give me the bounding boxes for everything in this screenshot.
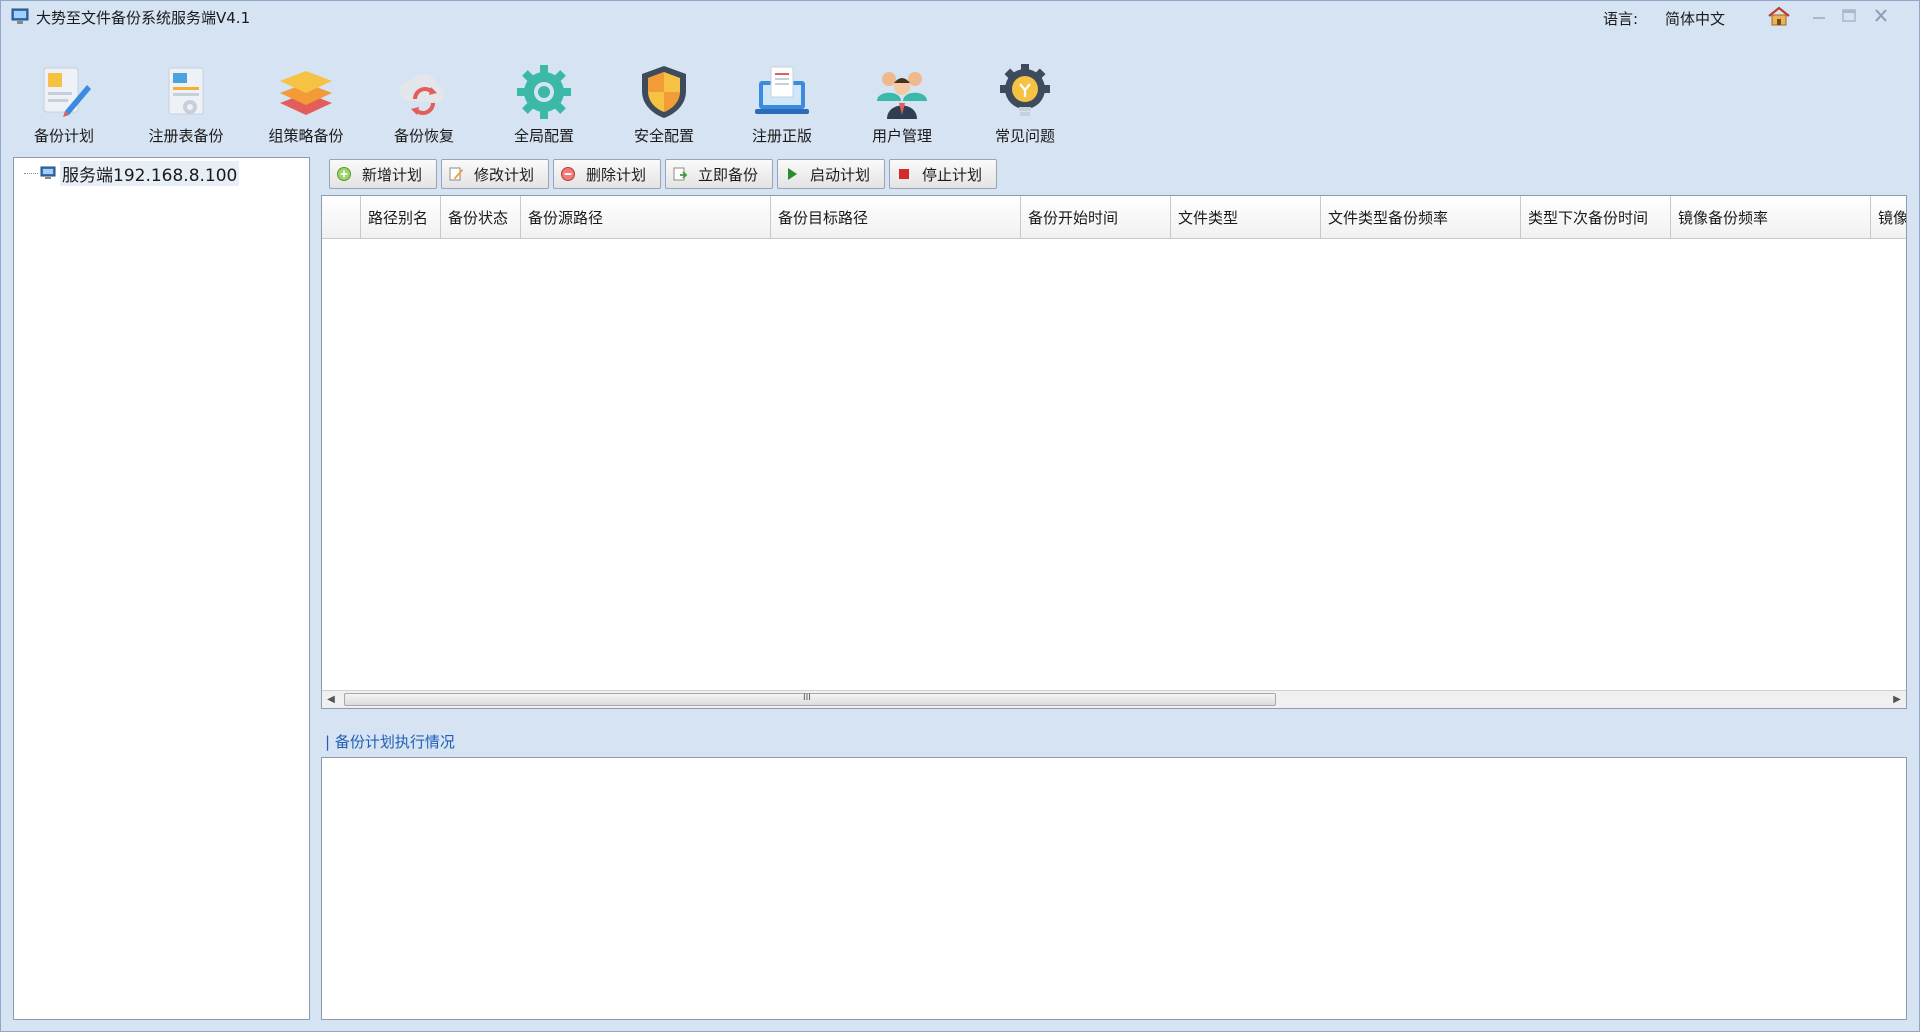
register-icon xyxy=(755,66,809,114)
minimize-icon[interactable] xyxy=(1809,7,1829,25)
start-plan-button[interactable]: 启动计划 xyxy=(777,159,885,189)
column-header-target-path[interactable]: 备份目标路径 xyxy=(771,196,1021,239)
toolbar-backup-restore[interactable]: 备份恢复 xyxy=(369,57,479,147)
toolbar-label: 用户管理 xyxy=(871,127,932,145)
play-icon xyxy=(788,168,797,180)
column-header-source-path[interactable]: 备份源路径 xyxy=(521,196,771,239)
column-header-start-time[interactable]: 备份开始时间 xyxy=(1021,196,1171,239)
tree-connector xyxy=(24,172,38,174)
delete-plan-button[interactable]: 删除计划 xyxy=(553,159,661,189)
toolbar-label: 常见问题 xyxy=(994,127,1055,145)
scrollbar-thumb[interactable]: III xyxy=(344,693,1276,706)
backup-now-label: 立即备份 xyxy=(698,165,759,184)
stop-plan-button[interactable]: 停止计划 xyxy=(889,159,997,189)
column-header-next-type-backup[interactable]: 类型下次备份时间 xyxy=(1521,196,1671,239)
delete-icon xyxy=(561,167,575,181)
toolbar-user-management[interactable]: 用户管理 xyxy=(847,57,957,147)
gear-icon xyxy=(517,65,571,119)
execution-log-area xyxy=(321,757,1907,1020)
edit-plan-label: 修改计划 xyxy=(474,165,535,184)
execution-log-title: | 备份计划执行情况 xyxy=(325,733,455,751)
tree-node-label: 服务端192.168.8.100 xyxy=(60,160,240,186)
computer-icon xyxy=(11,8,29,24)
column-header-path-alias[interactable]: 路径别名 xyxy=(361,196,441,239)
toolbar-label: 注册正版 xyxy=(751,127,812,145)
column-header-select[interactable] xyxy=(322,196,361,239)
language-label: 语言: xyxy=(1603,10,1639,28)
scroll-right-icon[interactable]: ▶ xyxy=(1888,691,1906,708)
horizontal-scrollbar[interactable]: ◀ III ▶ xyxy=(322,690,1906,708)
users-icon xyxy=(877,72,927,119)
scrollbar-grip: III xyxy=(803,693,811,703)
toolbar-label: 注册表备份 xyxy=(148,127,224,145)
toolbar-group-policy-backup[interactable]: 组策略备份 xyxy=(251,57,361,147)
backup-plans-grid[interactable]: 路径别名 备份状态 备份源路径 备份目标路径 备份开始时间 文件类型 文件类型备… xyxy=(321,195,1907,709)
toolbar-register[interactable]: 注册正版 xyxy=(727,57,837,147)
server-icon xyxy=(40,166,56,179)
edit-icon xyxy=(449,167,463,181)
shield-icon xyxy=(642,66,686,118)
toolbar-global-config[interactable]: 全局配置 xyxy=(489,57,599,147)
backup-now-icon xyxy=(673,167,688,181)
backup-plan-icon xyxy=(43,67,91,117)
toolbar-label: 安全配置 xyxy=(633,127,694,145)
main-toolbar: 备份计划 注册表备份 组策略备份 备份恢复 全局配置 安全配置 注册正版 用户管… xyxy=(1,57,1201,147)
server-tree[interactable]: 服务端192.168.8.100 xyxy=(13,157,310,1020)
column-header-mirror-frequency[interactable]: 镜像备份频率 xyxy=(1671,196,1871,239)
lightbulb-icon xyxy=(1000,64,1050,116)
registry-backup-icon xyxy=(168,67,204,115)
backup-now-button[interactable]: 立即备份 xyxy=(665,159,773,189)
tree-node-server[interactable]: 服务端192.168.8.100 xyxy=(24,160,240,186)
scroll-left-icon[interactable]: ◀ xyxy=(322,691,340,708)
column-header-file-type-frequency[interactable]: 文件类型备份频率 xyxy=(1321,196,1521,239)
window-title: 大势至文件备份系统服务端V4.1 xyxy=(36,9,251,27)
edit-plan-button[interactable]: 修改计划 xyxy=(441,159,549,189)
maximize-icon[interactable] xyxy=(1839,7,1859,25)
column-header-file-type[interactable]: 文件类型 xyxy=(1171,196,1321,239)
column-header-backup-status[interactable]: 备份状态 xyxy=(441,196,521,239)
stop-icon xyxy=(899,169,909,179)
home-icon[interactable] xyxy=(1767,6,1791,26)
toolbar-label: 全局配置 xyxy=(513,127,574,145)
language-select[interactable]: 简体中文 xyxy=(1665,8,1725,29)
add-icon xyxy=(337,167,351,181)
grid-header: 路径别名 备份状态 备份源路径 备份目标路径 备份开始时间 文件类型 文件类型备… xyxy=(322,196,1906,239)
group-policy-backup-icon xyxy=(280,71,332,115)
column-header-mirror[interactable]: 镜像 xyxy=(1871,196,1906,239)
title-bar: 大势至文件备份系统服务端V4.1 语言: 简体中文 xyxy=(1,1,1919,33)
add-plan-button[interactable]: 新增计划 xyxy=(329,159,437,189)
toolbar-label: 备份计划 xyxy=(33,127,94,145)
toolbar-registry-backup[interactable]: 注册表备份 xyxy=(131,57,241,147)
toolbar-label: 备份恢复 xyxy=(393,127,454,145)
backup-restore-icon xyxy=(399,73,445,115)
start-plan-label: 启动计划 xyxy=(810,165,871,184)
toolbar-backup-plan[interactable]: 备份计划 xyxy=(9,57,119,147)
close-icon[interactable] xyxy=(1871,7,1891,25)
toolbar-faq[interactable]: 常见问题 xyxy=(970,57,1080,147)
add-plan-label: 新增计划 xyxy=(362,165,423,184)
app-window: 大势至文件备份系统服务端V4.1 语言: 简体中文 备份计划 注册表备份 组策略… xyxy=(0,0,1920,1032)
toolbar-label: 组策略备份 xyxy=(268,127,344,145)
toolbar-security-config[interactable]: 安全配置 xyxy=(609,57,719,147)
delete-plan-label: 删除计划 xyxy=(586,165,647,184)
stop-plan-label: 停止计划 xyxy=(922,165,983,184)
